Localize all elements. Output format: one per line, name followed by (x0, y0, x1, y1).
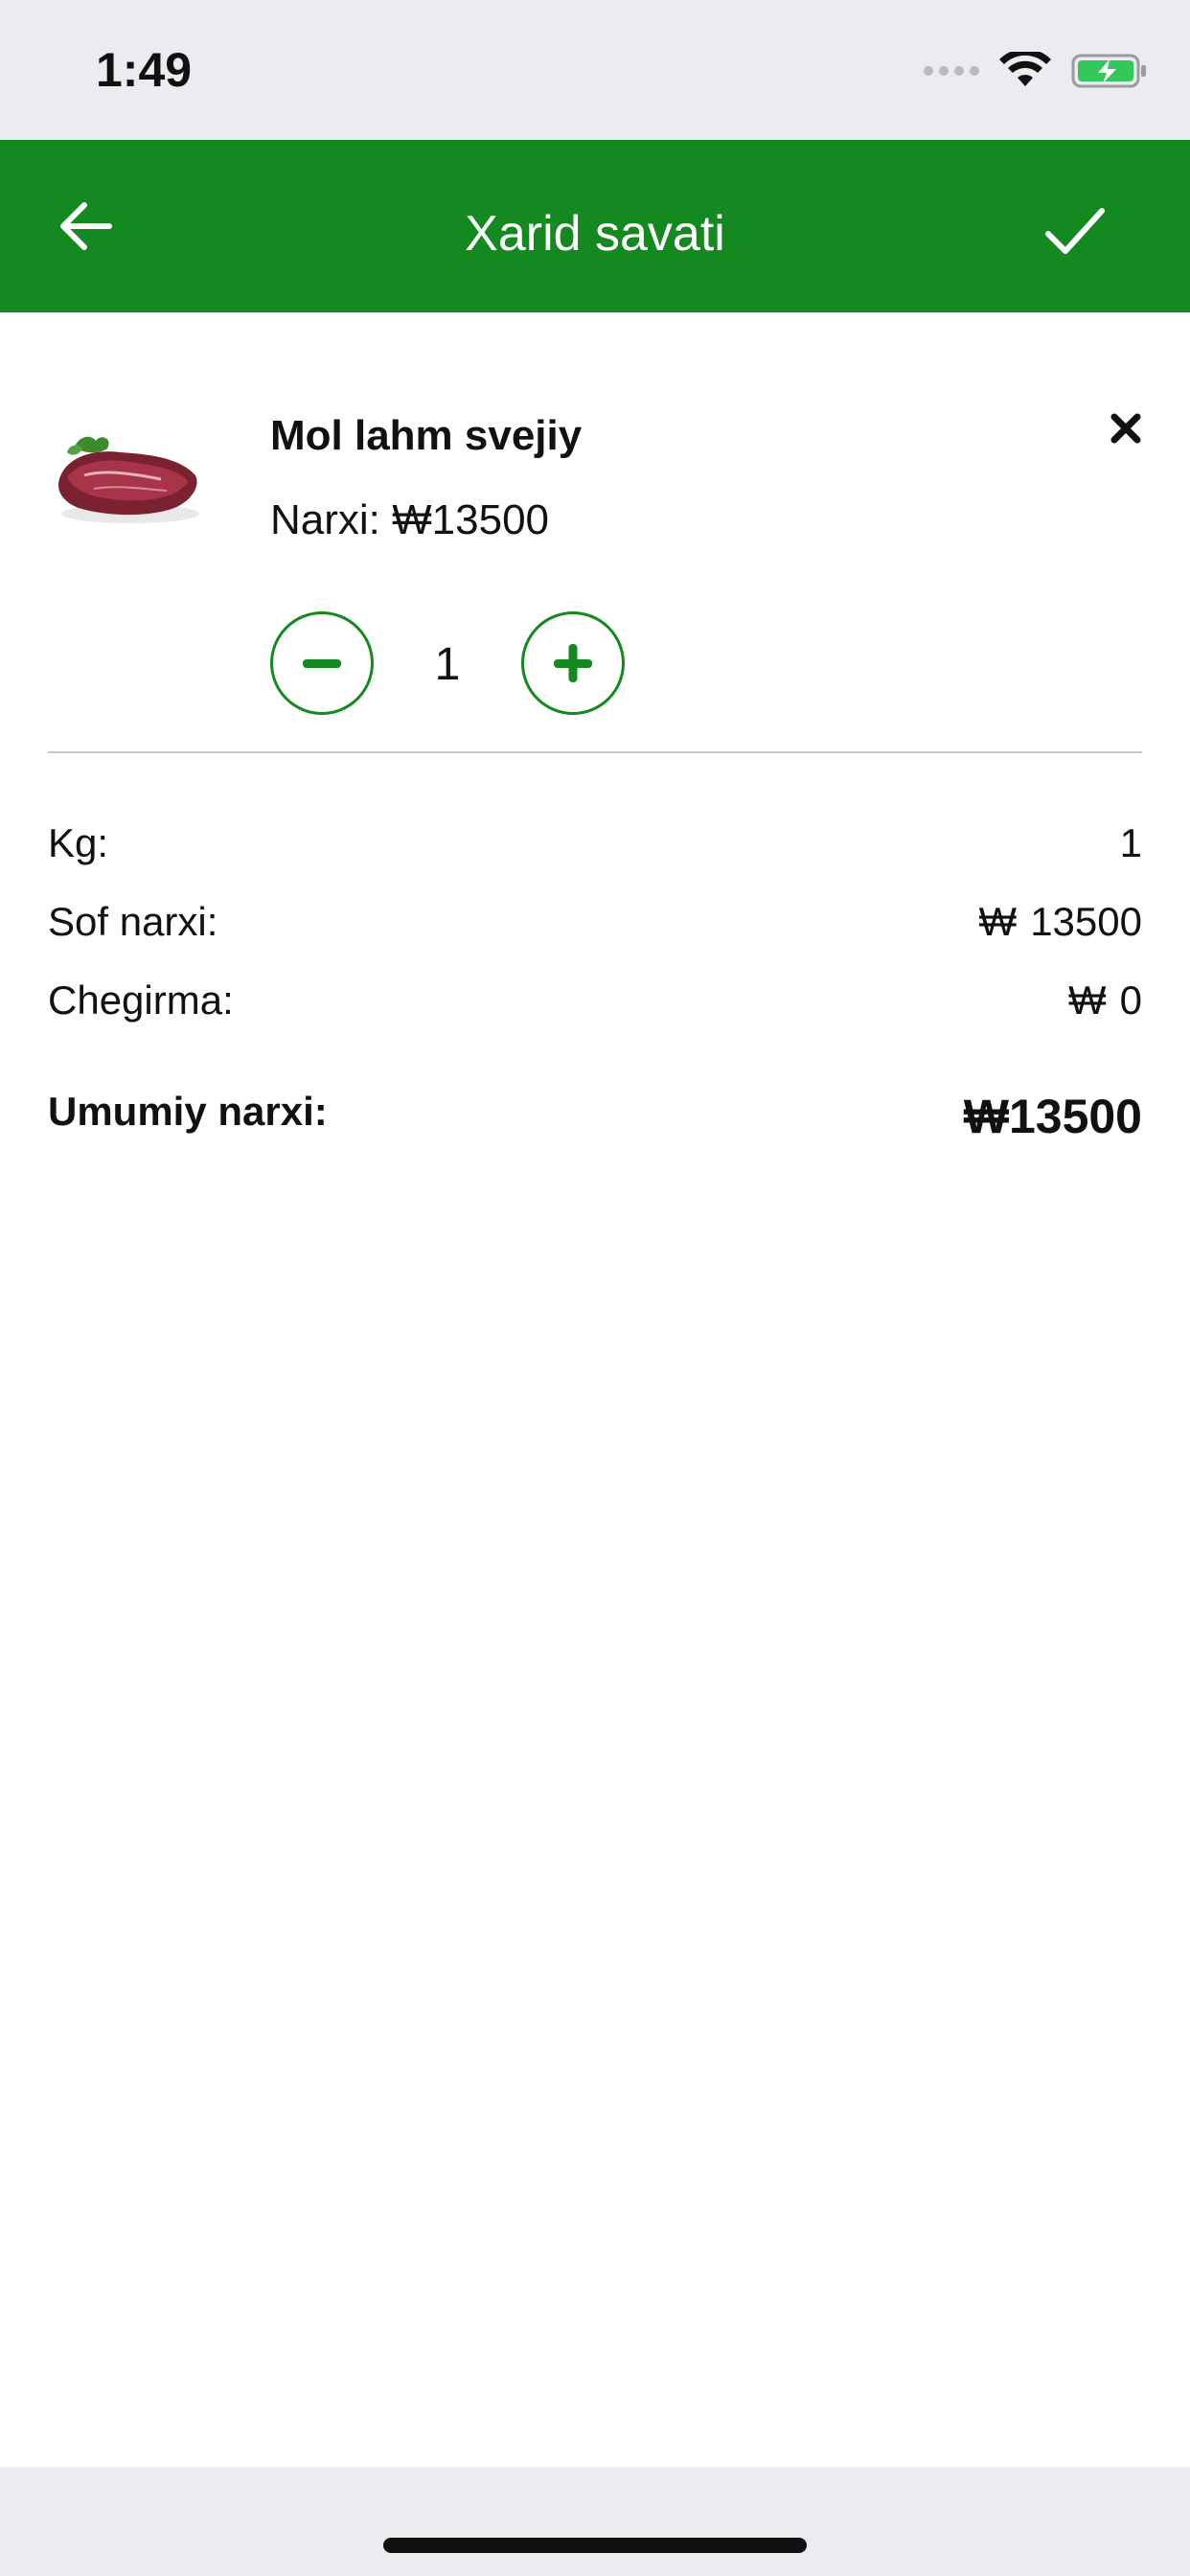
net-price-currency: ₩ (978, 899, 1018, 944)
decrease-quantity-button[interactable] (270, 611, 374, 715)
divider (48, 751, 1142, 753)
checkmark-icon[interactable] (1044, 205, 1106, 259)
discount-amount: ₩0 (1068, 978, 1142, 1024)
wifi-icon (999, 52, 1051, 86)
product-name: Mol lahm svejiy (270, 412, 583, 459)
net-price-label: Sof narxi: (48, 899, 218, 944)
kg-value: 1 (1119, 820, 1142, 865)
price-currency: ₩ (392, 496, 432, 543)
total-label: Umumiy narxi: (48, 1089, 328, 1134)
discount-label: Chegirma: (48, 978, 234, 1023)
discount-value: 0 (1119, 978, 1142, 1023)
status-icons (924, 50, 1148, 92)
home-indicator[interactable] (383, 2538, 807, 2553)
summary-net-price-row: Sof narxi: ₩13500 (48, 899, 1142, 945)
summary-total-row: Umumiy narxi: ₩13500 (48, 1089, 1142, 1144)
battery-charging-icon (1071, 54, 1146, 88)
cart-item: Mol lahm svejiy Narxi: ₩13500 1 (0, 312, 1190, 753)
discount-currency: ₩ (1067, 978, 1107, 1023)
net-price-value: 13500 (1030, 899, 1142, 944)
meat-image (57, 436, 199, 523)
quantity-value: 1 (434, 639, 461, 690)
page-title: Xarid savati (465, 206, 725, 262)
summary-discount-row: Chegirma: ₩0 (48, 978, 1142, 1024)
navigation-bar: Xarid savati (0, 140, 1190, 312)
status-bar: 1:49 (0, 0, 1190, 140)
increase-quantity-button[interactable] (521, 611, 625, 715)
total-amount: ₩13500 (964, 1089, 1142, 1144)
total-value: 13500 (1008, 1090, 1142, 1143)
status-time: 1:49 (96, 43, 193, 97)
close-icon[interactable] (1110, 412, 1142, 445)
cellular-signal-icon (924, 66, 979, 76)
net-price-amount: ₩13500 (979, 899, 1142, 945)
home-indicator-area (0, 2467, 1190, 2576)
price-label: Narxi: (270, 496, 380, 543)
summary-kg-row: Kg: 1 (48, 820, 1142, 866)
plus-icon (554, 644, 592, 682)
product-price: Narxi: ₩13500 (270, 496, 549, 544)
total-currency: ₩ (963, 1090, 1009, 1143)
kg-label: Kg: (48, 820, 109, 865)
price-value: 13500 (431, 496, 550, 543)
minus-icon (303, 659, 341, 668)
